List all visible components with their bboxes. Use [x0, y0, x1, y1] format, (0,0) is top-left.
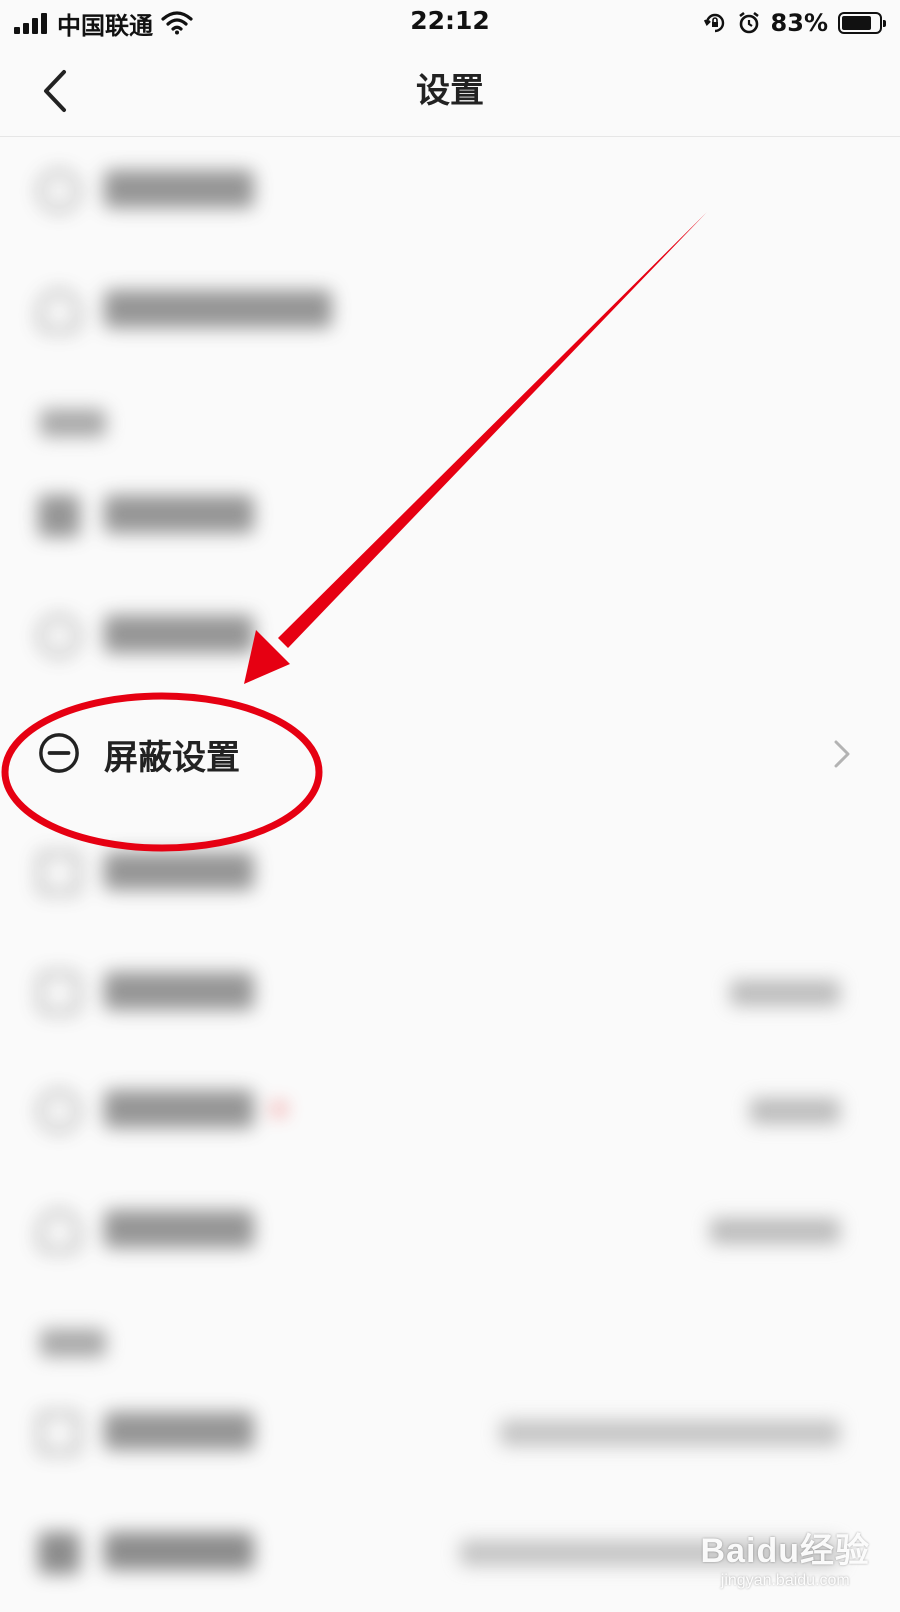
back-button[interactable]: [30, 66, 80, 116]
blurred-list-item[interactable]: [0, 1372, 900, 1492]
blurred-icon: [38, 1532, 80, 1574]
blurred-list-item[interactable]: [0, 250, 900, 370]
blurred-icon: [38, 290, 80, 332]
blurred-icon: [38, 852, 80, 894]
block-settings-label: 屏蔽设置: [104, 738, 240, 778]
watermark-url: jingyan.baidu.com: [720, 1572, 850, 1589]
watermark-brand: Baidu经验: [700, 1532, 870, 1570]
blurred-list-item[interactable]: [0, 130, 900, 250]
battery-fill: [842, 16, 872, 30]
blurred-icon: [38, 170, 80, 212]
alarm-icon: [738, 11, 759, 34]
blurred-icon: [38, 972, 80, 1014]
battery-percent: 83%: [770, 9, 828, 37]
rotation-lock-icon: [703, 13, 724, 33]
blurred-list-item[interactable]: [0, 1170, 900, 1290]
page-title: 设置: [416, 71, 484, 111]
blurred-list-item[interactable]: [0, 812, 900, 932]
blurred-icon: [38, 615, 80, 657]
chevron-right-icon: [834, 740, 850, 768]
blurred-list-item[interactable]: [0, 575, 900, 695]
minus-circle-icon: [39, 733, 79, 773]
blurred-section-label: [40, 1329, 106, 1357]
status-right: 83%: [703, 6, 886, 40]
blurred-icon: [38, 1210, 80, 1252]
blurred-section-label: [40, 409, 106, 437]
blurred-list-item[interactable]: [0, 455, 900, 575]
nav-bar: 设置: [0, 46, 900, 137]
chevron-left-icon: [44, 70, 66, 112]
baidu-jingyan-watermark: Baidu经验 jingyan.baidu.com: [701, 1523, 870, 1590]
blurred-icon: [38, 1090, 80, 1132]
battery-icon: [838, 12, 886, 34]
blurred-icon: [38, 1412, 80, 1454]
block-settings-item[interactable]: 屏蔽设置: [0, 692, 900, 812]
settings-list: 屏蔽设置: [0, 137, 900, 1600]
status-bar: 中国联通 22:12 83%: [0, 0, 900, 46]
blurred-list-item[interactable]: [0, 932, 900, 1052]
blurred-icon: [38, 495, 80, 537]
blurred-list-item[interactable]: [0, 1050, 900, 1170]
